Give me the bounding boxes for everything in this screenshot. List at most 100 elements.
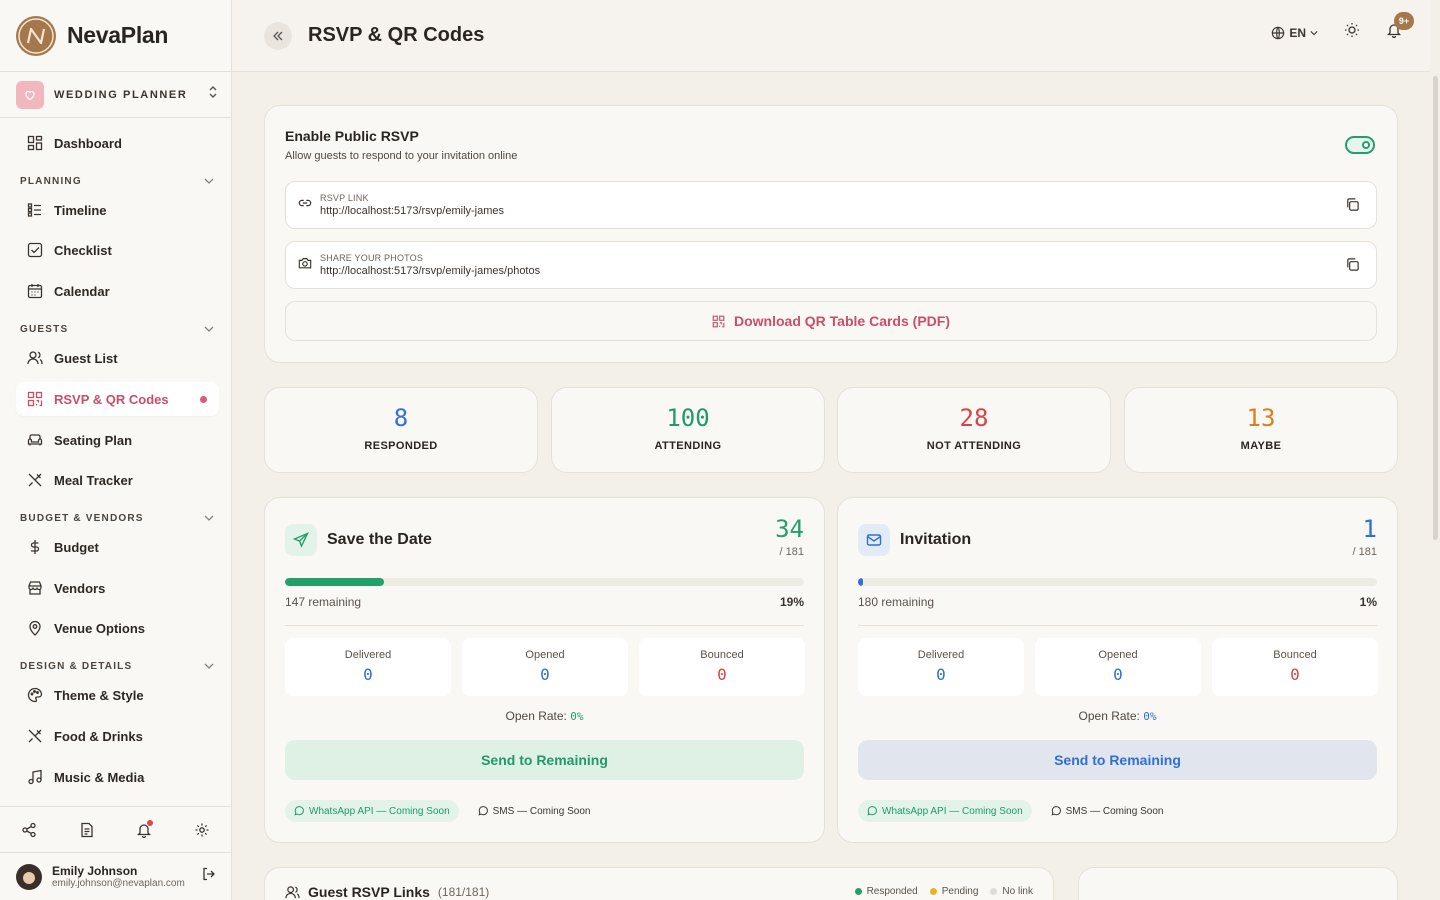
- gear-icon[interactable]: [191, 819, 213, 841]
- logout-icon[interactable]: [201, 866, 217, 887]
- workspace-name: WEDDING PLANNER: [54, 88, 188, 101]
- utensils-crossed-icon: [26, 727, 44, 745]
- photos-link-box: SHARE YOUR PHOTOS http://localhost:5173/…: [285, 241, 1377, 289]
- sidebar-item-food[interactable]: Food & Drinks: [16, 719, 219, 753]
- sidebar-item-budget[interactable]: Budget: [16, 530, 219, 564]
- document-icon[interactable]: [76, 819, 98, 841]
- sun-icon[interactable]: [1344, 22, 1360, 43]
- sidebar-item-meal-tracker[interactable]: Meal Tracker: [16, 463, 219, 497]
- stat-not-attending: 28 NOT ATTENDING: [837, 387, 1111, 473]
- qr-code-icon: [712, 315, 725, 328]
- sidebar-item-vendors[interactable]: Vendors: [16, 571, 219, 605]
- rsvp-link-box: RSVP LINK http://localhost:5173/rsvp/emi…: [285, 181, 1377, 229]
- copy-icon[interactable]: [1345, 257, 1360, 277]
- section-planning[interactable]: PLANNING: [20, 176, 214, 187]
- whatsapp-icon: [294, 806, 304, 816]
- sidebar-item-dashboard[interactable]: Dashboard: [16, 126, 219, 160]
- avatar: [16, 863, 42, 890]
- photos-link-url[interactable]: http://localhost:5173/rsvp/emily-james/p…: [320, 265, 540, 277]
- sidebar-item-checklist[interactable]: Checklist: [16, 233, 219, 267]
- notifications-button[interactable]: 9+: [1386, 12, 1414, 43]
- stat-value: 13: [1246, 404, 1276, 432]
- user-name: Emily Johnson: [52, 864, 138, 878]
- sidebar-toolbar: [0, 806, 231, 852]
- progress-fill: [858, 578, 864, 586]
- stat-value: 28: [959, 404, 989, 432]
- metric-bounced: Bounced 0: [639, 638, 805, 696]
- workspace-switcher[interactable]: WEDDING PLANNER: [0, 72, 231, 118]
- open-rate-label: Open Rate:: [505, 709, 567, 723]
- sidebar-item-music[interactable]: Music & Media: [16, 760, 219, 794]
- send-to-remaining-button[interactable]: Send to Remaining: [858, 740, 1377, 780]
- users-icon: [285, 885, 300, 900]
- campaign-progress-bar: [285, 578, 804, 586]
- metric-label: Opened: [525, 649, 565, 661]
- sidebar-item-theme[interactable]: Theme & Style: [16, 678, 219, 712]
- section-design-details[interactable]: DESIGN & DETAILS: [20, 661, 214, 672]
- sidebar-item-label: RSVP & QR Codes: [54, 391, 169, 407]
- sidebar-item-label: Vendors: [54, 580, 106, 596]
- sidebar-item-guest-list[interactable]: Guest List: [16, 341, 219, 375]
- photos-link-label: SHARE YOUR PHOTOS: [320, 253, 424, 263]
- chevrons-left-icon: [273, 31, 283, 40]
- notification-dot: [147, 819, 154, 826]
- campaign-total: / 181: [1352, 546, 1377, 558]
- sidebar-item-timeline[interactable]: Timeline: [16, 193, 219, 227]
- utensils-crossed-icon: [26, 471, 44, 489]
- sidebar-item-venue[interactable]: Venue Options: [16, 611, 219, 645]
- metric-value: 0: [1113, 665, 1123, 684]
- sidebar-item-label: Food & Drinks: [54, 728, 143, 744]
- sidebar-item-seating[interactable]: Seating Plan: [16, 423, 219, 457]
- metric-value: 0: [717, 665, 727, 684]
- campaign-progress-bar: [858, 578, 1377, 586]
- bell-icon[interactable]: [133, 819, 155, 841]
- brand[interactable]: NevaPlan: [0, 0, 231, 72]
- metric-delivered: Delivered 0: [858, 638, 1024, 696]
- user-profile[interactable]: Emily Johnson emily.johnson@nevaplan.com: [0, 852, 231, 900]
- copy-icon[interactable]: [1345, 197, 1360, 217]
- metric-label: Bounced: [1273, 649, 1317, 661]
- message-icon: [478, 806, 488, 816]
- download-label: Download QR Table Cards (PDF): [734, 313, 950, 329]
- section-guests[interactable]: GUESTS: [20, 324, 214, 335]
- checklist-icon: [26, 241, 44, 259]
- campaign-sent-count: 1: [1362, 515, 1377, 543]
- chip-label: SMS — Coming Soon: [492, 805, 591, 817]
- metric-opened: Opened 0: [462, 638, 628, 696]
- campaign-remaining: 147 remaining: [285, 595, 362, 609]
- send-to-remaining-button[interactable]: Send to Remaining: [285, 740, 804, 780]
- brand-logo-icon: [16, 15, 56, 56]
- timeline-icon: [26, 201, 44, 219]
- sidebar-item-rsvp[interactable]: RSVP & QR Codes: [16, 382, 219, 416]
- chevron-down-icon: [1310, 30, 1318, 35]
- language-label: EN: [1289, 25, 1306, 40]
- stat-label: RESPONDED: [364, 440, 438, 452]
- progress-fill: [285, 578, 384, 586]
- open-rate-value: 0%: [570, 710, 584, 723]
- open-rate: Open Rate: 0%: [838, 709, 1397, 723]
- open-rate-value: 0%: [1143, 710, 1157, 723]
- metric-value: 0: [363, 665, 373, 684]
- chip-label: WhatsApp API — Coming Soon: [309, 805, 450, 817]
- chevron-down-icon: [204, 513, 214, 524]
- sidebar-item-calendar[interactable]: Calendar: [16, 274, 219, 308]
- section-label: BUDGET & VENDORS: [20, 513, 144, 524]
- sidebar-item-label: Calendar: [54, 283, 110, 299]
- stat-attending: 100 ATTENDING: [551, 387, 825, 473]
- section-budget-vendors[interactable]: BUDGET & VENDORS: [20, 513, 214, 524]
- whatsapp-chip: WhatsApp API — Coming Soon: [285, 800, 459, 822]
- share-icon[interactable]: [18, 819, 40, 841]
- language-selector[interactable]: EN: [1271, 26, 1318, 40]
- campaign-percent: 1%: [1359, 595, 1377, 609]
- qr-code-icon: [26, 390, 44, 408]
- collapse-sidebar-button[interactable]: [264, 21, 292, 50]
- globe-icon: [1272, 26, 1285, 39]
- section-label: GUESTS: [20, 324, 69, 335]
- scrollbar[interactable]: [1433, 76, 1438, 540]
- rsvp-link-url[interactable]: http://localhost:5173/rsvp/emily-james: [320, 205, 504, 217]
- music-icon: [26, 768, 44, 786]
- legend-responded: Responded: [854, 886, 918, 897]
- public-rsvp-toggle[interactable]: [1345, 136, 1375, 154]
- stat-value: 100: [666, 404, 710, 432]
- download-qr-cards-button[interactable]: Download QR Table Cards (PDF): [285, 301, 1377, 341]
